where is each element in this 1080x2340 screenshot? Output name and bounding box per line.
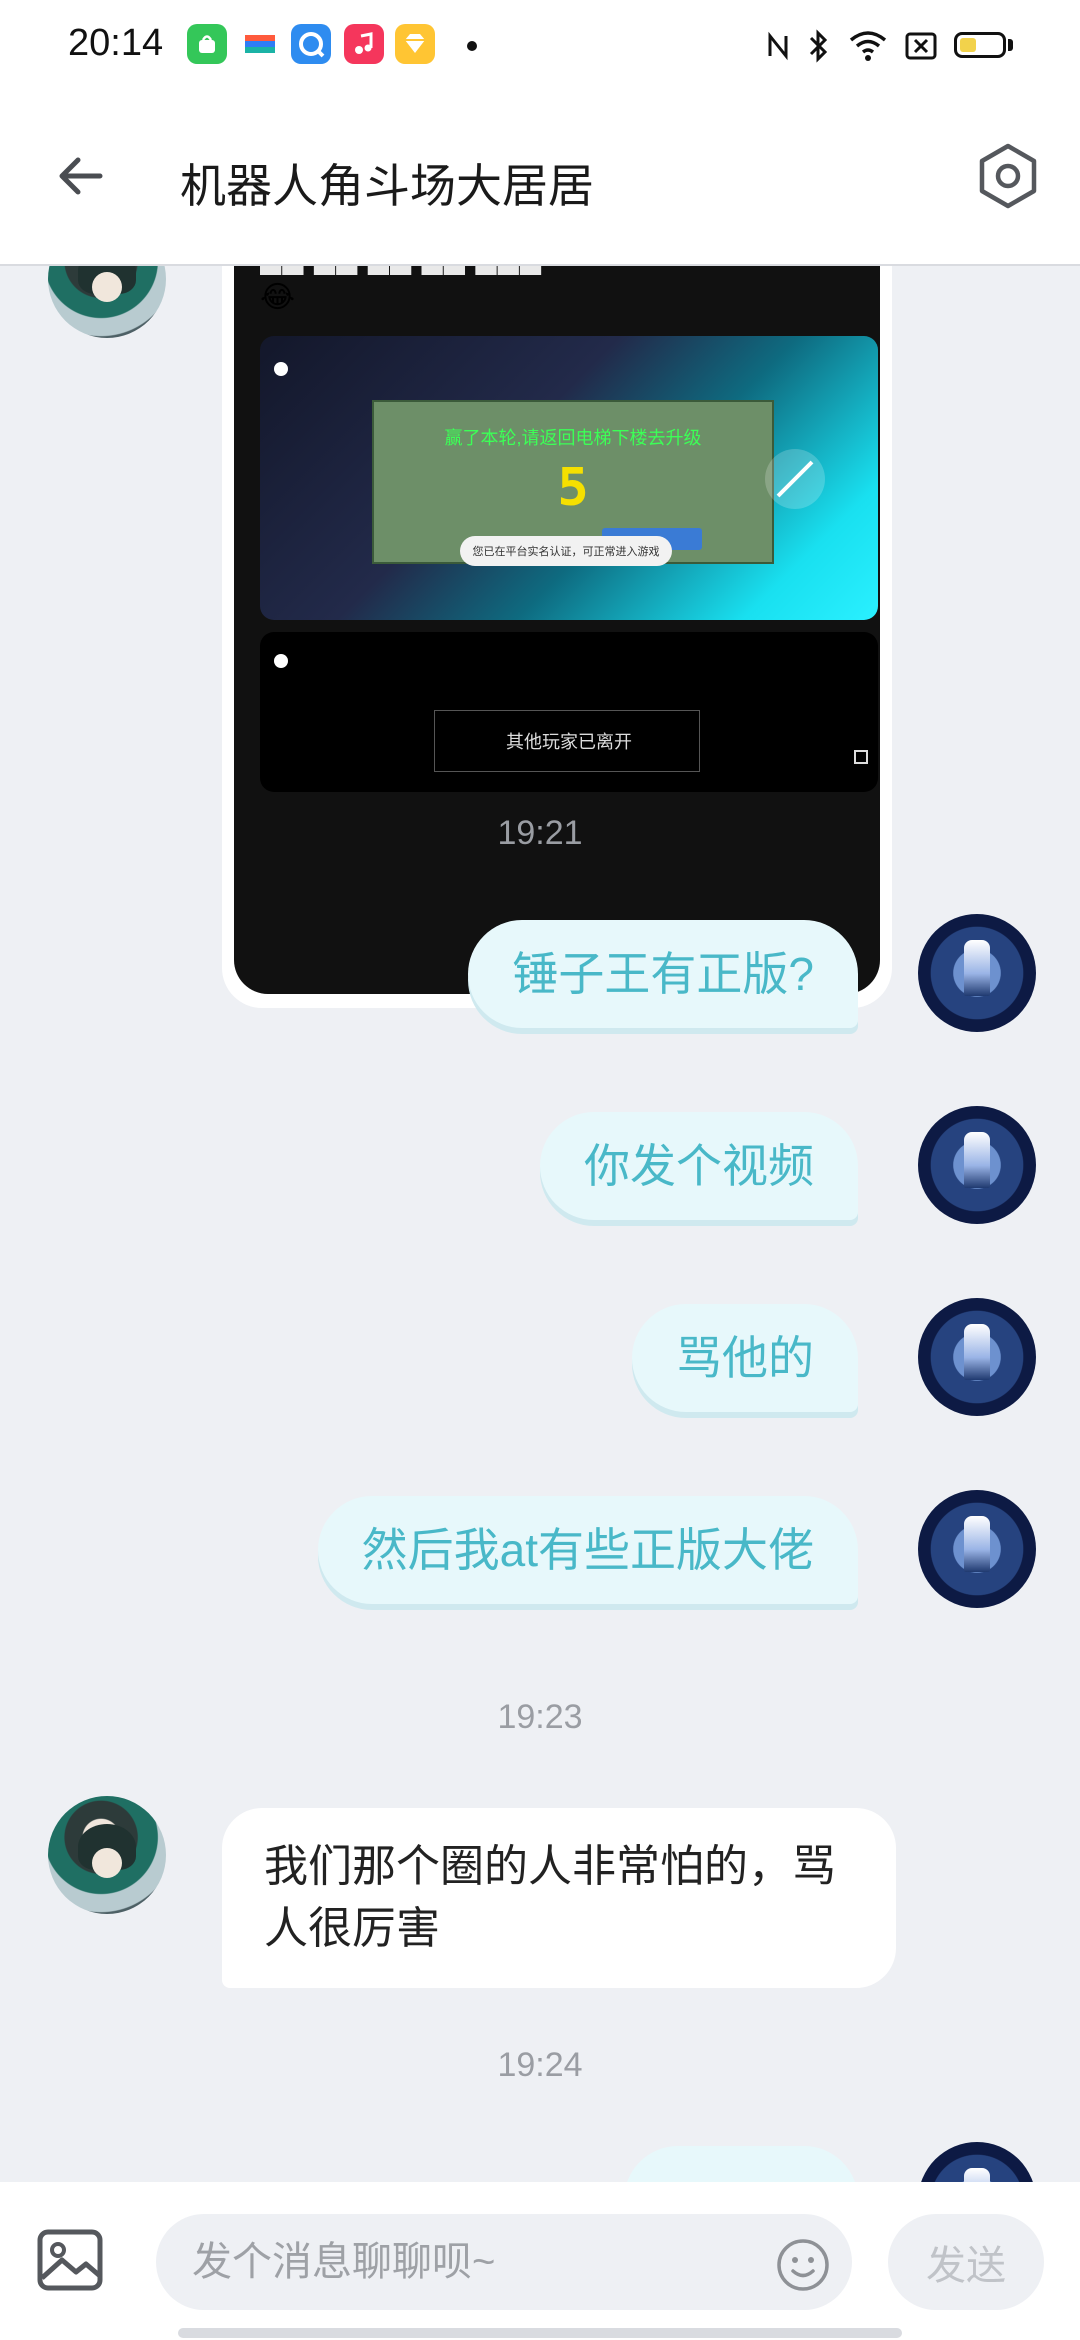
game-toast: 您已在平台实名认证，可正常进入游戏 — [460, 536, 672, 566]
image-message[interactable]: ██ ██ ██ ██ ███ 😂 赢了本轮,请返回电梯下楼去升级 5 您已在平… — [222, 266, 892, 1008]
cropped-caption-text: ██ ██ ██ ██ ███ — [260, 266, 542, 274]
my-avatar[interactable] — [918, 1106, 1036, 1224]
back-arrow-icon — [59, 157, 103, 195]
bluetooth-icon — [806, 26, 830, 66]
my-avatar[interactable] — [918, 1490, 1036, 1608]
game-panel-number: 5 — [557, 458, 589, 518]
avatar-figure — [964, 2168, 990, 2182]
avatar-figure — [964, 1324, 990, 1380]
back-button[interactable] — [44, 136, 124, 216]
chat-title: 机器人角斗场大居居 — [180, 160, 594, 212]
home-indicator[interactable] — [178, 2328, 902, 2338]
record-dot-icon-2 — [274, 654, 288, 668]
avatar-face — [92, 1848, 122, 1878]
frame2-text: 其他玩家已离开 — [506, 732, 632, 752]
browser-app-icon — [291, 24, 331, 64]
send-button[interactable]: 发送 — [888, 2214, 1044, 2310]
settings-hexagon-icon — [979, 143, 1037, 209]
chat-header: 机器人角斗场大居居 — [0, 96, 1080, 266]
message-list[interactable]: ██ ██ ██ ██ ███ 😂 赢了本轮,请返回电梯下楼去升级 5 您已在平… — [0, 266, 1080, 2182]
my-avatar[interactable] — [918, 1298, 1036, 1416]
game-screenshot-frame: 赢了本轮,请返回电梯下楼去升级 5 您已在平台实名认证，可正常进入游戏 — [260, 336, 878, 620]
nfc-icon — [766, 26, 790, 66]
timestamp: 19:24 — [497, 2046, 583, 2084]
outgoing-message[interactable]: 你发个视频 — [540, 1112, 858, 1220]
avatar-figure — [964, 1516, 990, 1572]
music-app-icon — [344, 24, 384, 64]
avatar-figure — [964, 940, 990, 996]
outgoing-message-partial[interactable] — [624, 2146, 858, 2182]
image-picker-button[interactable] — [36, 2228, 108, 2294]
battery-cap — [1008, 39, 1013, 51]
my-avatar[interactable] — [918, 2142, 1036, 2182]
wallet-app-icon — [240, 24, 280, 64]
emoji-button[interactable] — [776, 2238, 830, 2292]
status-bar: 20:14 — [0, 0, 1080, 96]
diamond-app-icon — [395, 24, 435, 64]
fullscreen-icon — [854, 750, 868, 764]
input-bar: 发送 — [0, 2182, 1080, 2340]
chat-screen: 20:14 机器人角斗场大居居 😂 赢了本轮,请返回电梯下楼去升级 5 您已在平… — [0, 0, 1080, 2340]
record-dot-icon — [274, 362, 288, 376]
game-screenshot-frame-2: 其他玩家已离开 — [260, 632, 878, 792]
image-icon — [37, 2229, 103, 2291]
outgoing-message[interactable]: 骂他的 — [632, 1304, 858, 1412]
sword-control-icon — [765, 449, 825, 509]
contact-avatar[interactable] — [48, 1796, 166, 1914]
timestamp: 19:21 — [497, 814, 583, 852]
sim-off-icon — [904, 26, 938, 66]
battery-icon — [954, 32, 1006, 58]
settings-button[interactable] — [968, 136, 1048, 216]
smiley-icon — [777, 2239, 829, 2291]
status-time: 20:14 — [68, 22, 164, 64]
screenshot-image: ██ ██ ██ ██ ███ 😂 赢了本轮,请返回电梯下楼去升级 5 您已在平… — [234, 266, 880, 994]
battery-level — [960, 38, 976, 52]
outgoing-message[interactable]: 锤子王有正版? — [468, 920, 858, 1028]
message-input[interactable] — [156, 2214, 852, 2310]
laughing-emoji-icon: 😂 — [260, 281, 296, 314]
timestamp: 19:23 — [497, 1698, 583, 1736]
my-avatar[interactable] — [918, 914, 1036, 1032]
contact-avatar[interactable] — [48, 266, 166, 338]
avatar-face — [92, 272, 122, 302]
wifi-icon — [848, 26, 888, 66]
avatar-figure — [964, 1132, 990, 1188]
outgoing-message[interactable]: 然后我at有些正版大佬 — [317, 1496, 858, 1604]
bag-app-icon — [187, 24, 227, 64]
notification-dot-icon — [467, 41, 477, 51]
incoming-message[interactable]: 我们那个圈的人非常怕的，骂人很厉害 — [222, 1808, 896, 1988]
game-panel-text: 赢了本轮,请返回电梯下楼去升级 — [444, 428, 702, 448]
